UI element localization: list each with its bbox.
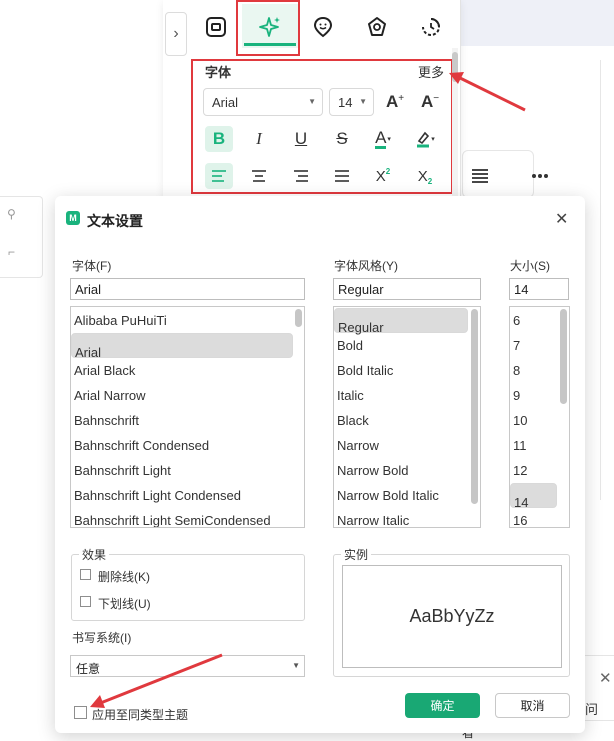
annotation-arrows (90, 72, 526, 708)
arrow-to-more-icon (449, 72, 526, 112)
arrow-to-apply-icon (90, 653, 223, 708)
